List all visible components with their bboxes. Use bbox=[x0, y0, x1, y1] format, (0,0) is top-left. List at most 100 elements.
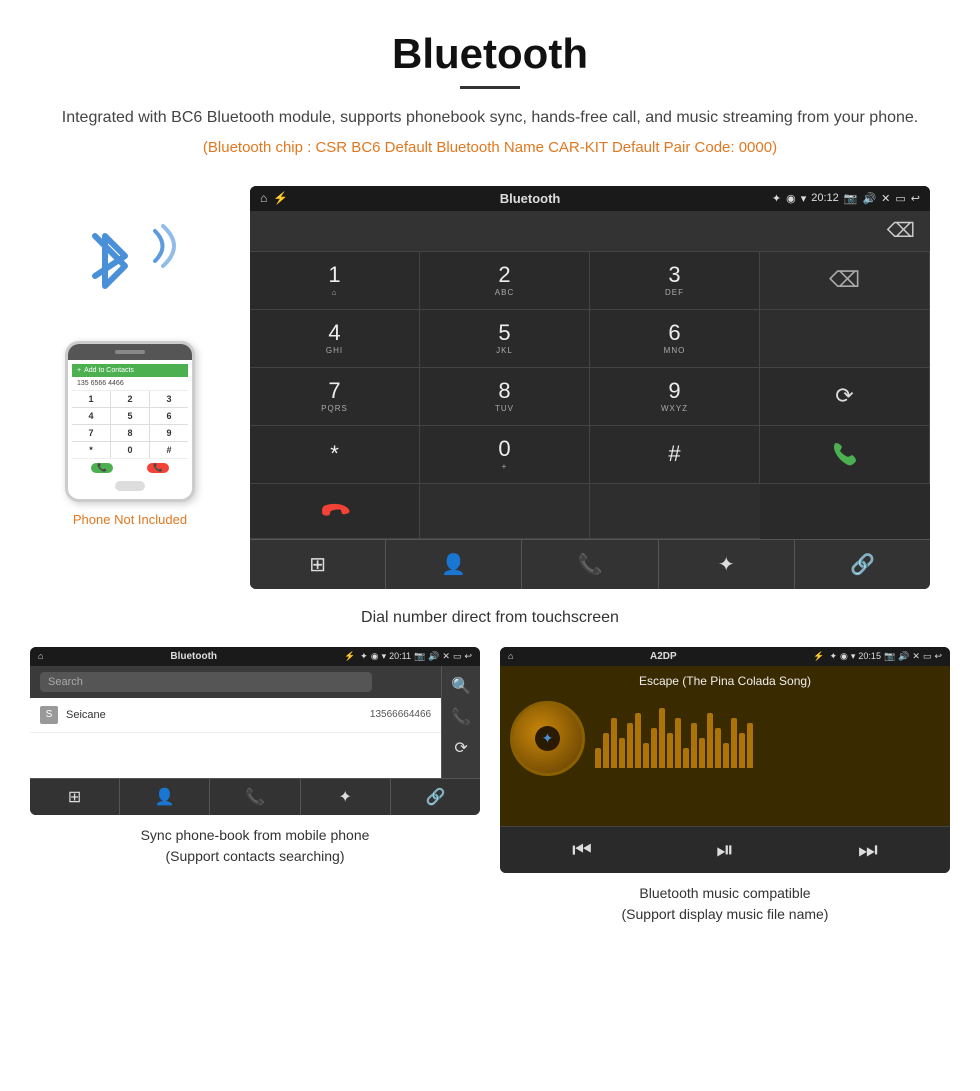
viz-bar-4 bbox=[627, 723, 633, 768]
key-9-main: 9 bbox=[668, 380, 680, 402]
phone-speaker bbox=[115, 350, 145, 354]
phone-red-end-btn: 📞 bbox=[147, 463, 169, 473]
music-main-area: ✦ bbox=[500, 696, 950, 781]
usb-icon: ⚡ bbox=[273, 191, 288, 205]
key-call-red[interactable] bbox=[250, 484, 420, 539]
viz-bar-19 bbox=[747, 723, 753, 768]
nav-contacts-btn[interactable]: 👤 bbox=[386, 540, 522, 589]
key-2[interactable]: 2 ABC bbox=[420, 252, 590, 310]
title-divider bbox=[460, 86, 520, 89]
pb-nav-link[interactable]: 🔗 bbox=[391, 779, 480, 815]
phone-key-4: 4 bbox=[72, 408, 110, 424]
key-8[interactable]: 8 TUV bbox=[420, 368, 590, 426]
camera-icon: 📷 bbox=[844, 192, 858, 205]
key-8-sub: TUV bbox=[495, 404, 514, 413]
pb-caption-line1: Sync phone-book from mobile phone bbox=[141, 827, 370, 843]
pb-bottom-nav: ⊞ 👤 📞 ✦ 🔗 bbox=[30, 778, 480, 815]
key-3[interactable]: 3 DEF bbox=[590, 252, 760, 310]
signal-waves-icon bbox=[135, 221, 185, 271]
page-specs: (Bluetooth chip : CSR BC6 Default Blueto… bbox=[20, 139, 960, 156]
pb-nav-bluetooth[interactable]: ✦ bbox=[301, 779, 391, 815]
music-home-icon: ⌂ bbox=[508, 651, 513, 661]
key-0[interactable]: 0 + bbox=[420, 426, 590, 484]
music-content-area: Escape (The Pina Colada Song) ✦ bbox=[500, 666, 950, 826]
nav-phone-btn[interactable]: 📞 bbox=[522, 540, 658, 589]
phone-number-display: 135 6566 4466 bbox=[72, 377, 188, 391]
viz-bar-14 bbox=[707, 713, 713, 768]
nav-link-btn[interactable]: 🔗 bbox=[795, 540, 930, 589]
pb-cam-icon: 📷 bbox=[414, 651, 425, 662]
key-9-sub: WXYZ bbox=[661, 404, 688, 413]
pb-vol-icon: 🔊 bbox=[428, 651, 439, 662]
album-art: ✦ bbox=[510, 701, 585, 776]
contact-name: Seicane bbox=[66, 709, 370, 721]
statusbar-app-name: Bluetooth bbox=[296, 191, 764, 206]
pb-back-icon: ↩ bbox=[464, 651, 472, 662]
music-caption-line2: (Support display music file name) bbox=[622, 906, 829, 922]
side-call-btn[interactable]: 📞 bbox=[447, 703, 475, 731]
viz-bar-15 bbox=[715, 728, 721, 768]
key-call-green[interactable] bbox=[760, 426, 930, 484]
key-empty-1: ⌫ bbox=[760, 252, 930, 310]
pb-home-icon: ⌂ bbox=[38, 651, 43, 661]
key-6-main: 6 bbox=[668, 322, 680, 344]
page-description: Integrated with BC6 Bluetooth module, su… bbox=[20, 105, 960, 131]
search-box[interactable]: Search bbox=[40, 672, 372, 692]
music-close-icon: ✕ bbox=[912, 651, 920, 662]
key-empty-2 bbox=[760, 310, 930, 368]
key-sync[interactable]: ⟳ bbox=[760, 368, 930, 426]
side-search-btn[interactable]: 🔍 bbox=[447, 672, 475, 700]
contact-letter: S bbox=[40, 706, 58, 724]
viz-bar-6 bbox=[643, 743, 649, 768]
phonebook-list: S Seicane 13566664466 bbox=[30, 698, 441, 778]
key-7[interactable]: 7 PQRS bbox=[250, 368, 420, 426]
bluetooth-status-icon: ✦ bbox=[772, 192, 781, 205]
key-3-sub: DEF bbox=[665, 288, 684, 297]
pb-nav-phone[interactable]: 📞 bbox=[210, 779, 300, 815]
key-5[interactable]: 5 JKL bbox=[420, 310, 590, 368]
pb-win-icon: ▭ bbox=[453, 651, 462, 662]
pb-caption: Sync phone-book from mobile phone (Suppo… bbox=[141, 825, 370, 867]
key-hash-main: # bbox=[668, 443, 680, 465]
key-9[interactable]: 9 WXYZ bbox=[590, 368, 760, 426]
viz-bar-2 bbox=[611, 718, 617, 768]
phone-bottom-bar: 📞 📞 bbox=[72, 458, 188, 477]
green-phone-icon bbox=[830, 439, 860, 469]
key-4[interactable]: 4 GHI bbox=[250, 310, 420, 368]
side-icon-buttons: 🔍 📞 ⟳ bbox=[441, 666, 480, 778]
music-bt-icon: ✦ bbox=[829, 651, 837, 662]
key-star[interactable]: * bbox=[250, 426, 420, 484]
phone-screen-header: + Add to Contacts bbox=[72, 364, 188, 377]
bottom-screens: ⌂ Bluetooth ⚡ ✦ ◉ ▾ 20:11 📷 🔊 ✕ ▭ ↩ bbox=[0, 647, 980, 945]
plus-icon: + bbox=[77, 367, 81, 374]
key-7-main: 7 bbox=[328, 380, 340, 402]
music-app-name: A2DP bbox=[518, 651, 808, 662]
play-pause-btn[interactable]: ⏯ bbox=[716, 837, 734, 863]
key-1[interactable]: 1 ⌂ bbox=[250, 252, 420, 310]
next-track-btn[interactable]: ⏭ bbox=[858, 837, 878, 863]
pb-nav-contacts[interactable]: 👤 bbox=[120, 779, 210, 815]
key-6-sub: MNO bbox=[664, 346, 686, 355]
music-bluetooth-icon: ✦ bbox=[542, 730, 554, 747]
pb-usb-icon: ⚡ bbox=[344, 651, 355, 662]
music-song-title: Escape (The Pina Colada Song) bbox=[500, 666, 950, 696]
key-6[interactable]: 6 MNO bbox=[590, 310, 760, 368]
delete-icon[interactable]: ⌫ bbox=[829, 267, 860, 293]
nav-dialpad-btn[interactable]: ⊞ bbox=[250, 540, 386, 589]
key-hash[interactable]: # bbox=[590, 426, 760, 484]
page-title-section: Bluetooth Integrated with BC6 Bluetooth … bbox=[0, 0, 980, 186]
location-icon: ◉ bbox=[786, 192, 796, 205]
back-icon: ↩ bbox=[911, 192, 920, 205]
delete-button[interactable]: ⌫ bbox=[887, 218, 915, 243]
prev-track-btn[interactable]: ⏮ bbox=[572, 837, 592, 863]
viz-bar-8 bbox=[659, 708, 665, 768]
side-sync-btn[interactable]: ⟳ bbox=[447, 734, 475, 762]
statusbar-right: ✦ ◉ ▾ 20:12 📷 🔊 ✕ ▭ ↩ bbox=[772, 192, 920, 205]
pb-nav-dialpad[interactable]: ⊞ bbox=[30, 779, 120, 815]
nav-bluetooth-btn[interactable]: ✦ bbox=[659, 540, 795, 589]
phone-key-star: * bbox=[72, 442, 110, 458]
dial-screen: ⌂ ⚡ Bluetooth ✦ ◉ ▾ 20:12 📷 🔊 ✕ ▭ ↩ ⌫ bbox=[250, 186, 930, 589]
pb-status-right: ✦ ◉ ▾ 20:11 📷 🔊 ✕ ▭ ↩ bbox=[360, 651, 472, 662]
pb-time: 20:11 bbox=[389, 651, 411, 662]
phone-key-7: 7 bbox=[72, 425, 110, 441]
